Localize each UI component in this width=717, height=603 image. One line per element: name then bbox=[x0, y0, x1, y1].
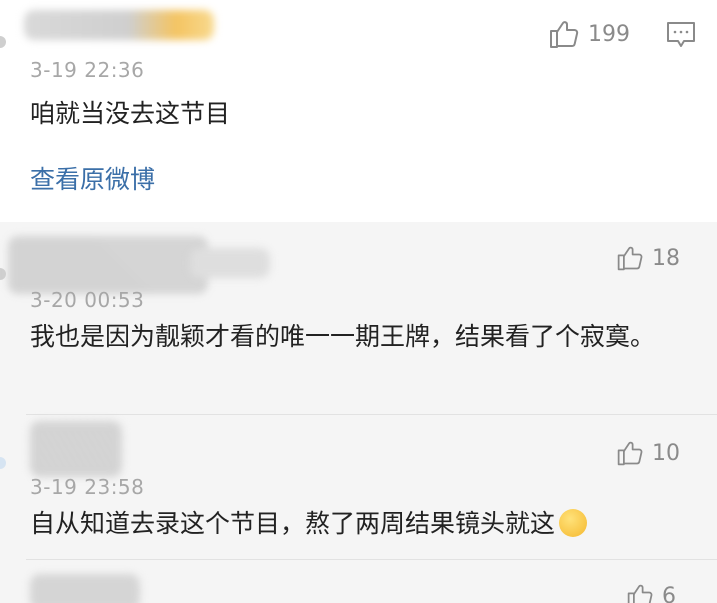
redacted-username bbox=[24, 10, 214, 40]
redacted-username bbox=[30, 574, 140, 603]
thumbs-up-icon bbox=[550, 21, 579, 48]
like-button[interactable]: 6 bbox=[626, 582, 676, 603]
reply-text: 自从知道去录这个节目，熬了两周结果镜头就这 bbox=[30, 509, 556, 538]
like-button[interactable]: 199 bbox=[548, 18, 630, 50]
redacted-username bbox=[30, 421, 122, 477]
like-count: 6 bbox=[662, 583, 676, 603]
redacted-username-tail bbox=[190, 248, 270, 278]
replies-section: 3-20 00:53 18 我也是因为靓颖才看的唯一一期王牌，结果看了个寂寞。 … bbox=[0, 222, 717, 603]
avatar[interactable] bbox=[0, 457, 6, 469]
like-count: 199 bbox=[588, 21, 630, 47]
like-count: 10 bbox=[652, 440, 680, 466]
like-button[interactable]: 18 bbox=[616, 244, 680, 272]
thumbs-up-icon bbox=[617, 441, 643, 466]
thumbs-up-icon bbox=[617, 246, 643, 271]
weibo-comment-screen: 3-19 22:36 199 咱就当没去这节目 查看原微博 3-20 00:53 bbox=[0, 0, 717, 603]
main-comment-card: 3-19 22:36 199 咱就当没去这节目 查看原微博 bbox=[0, 0, 717, 222]
thumbs-up-icon bbox=[627, 584, 653, 603]
redacted-username bbox=[8, 236, 208, 294]
reply-text-row: 自从知道去录这个节目，熬了两周结果镜头就这 bbox=[30, 501, 670, 547]
reply-timestamp: 3-19 23:58 bbox=[30, 475, 145, 499]
list-item: 3-19 23:58 10 自从知道去录这个节目，熬了两周结果镜头就这 bbox=[0, 415, 717, 560]
avatar[interactable] bbox=[0, 268, 6, 280]
reply-text: 我也是因为靓颖才看的唯一一期王牌，结果看了个寂寞。 bbox=[30, 322, 656, 351]
avatar[interactable] bbox=[0, 36, 6, 48]
comment-icon[interactable] bbox=[666, 21, 696, 49]
comment-timestamp: 3-19 22:36 bbox=[30, 58, 145, 82]
comment-text: 咱就当没去这节目 bbox=[30, 99, 231, 128]
list-item: 6 bbox=[0, 560, 717, 603]
relieved-face-emoji bbox=[559, 509, 588, 537]
reply-timestamp: 3-20 00:53 bbox=[30, 288, 145, 312]
like-button[interactable]: 10 bbox=[616, 439, 680, 467]
view-original-link[interactable]: 查看原微博 bbox=[30, 160, 155, 196]
list-item: 3-20 00:53 18 我也是因为靓颖才看的唯一一期王牌，结果看了个寂寞。 bbox=[0, 222, 717, 415]
like-count: 18 bbox=[652, 245, 680, 271]
